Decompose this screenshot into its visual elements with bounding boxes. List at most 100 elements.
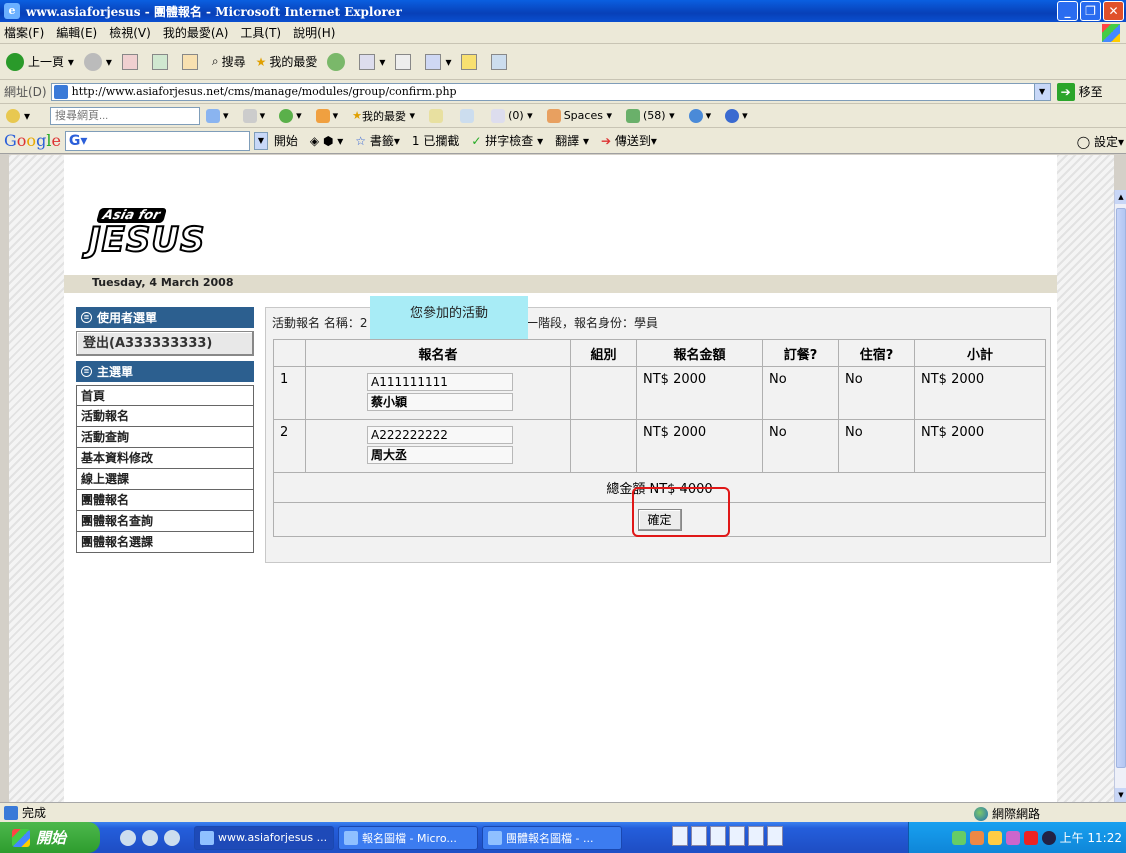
discuss-button[interactable]: [461, 53, 481, 70]
start-button[interactable]: 開始: [0, 822, 100, 853]
clock[interactable]: 上午 11:22: [1060, 829, 1122, 846]
refresh-button[interactable]: [151, 53, 172, 70]
search-icon: [206, 108, 221, 123]
msn-butterfly-button[interactable]: ▾: [315, 108, 338, 123]
sidebar-item-course-selection[interactable]: 線上選課: [76, 469, 254, 490]
menu-view[interactable]: 檢視(V): [109, 24, 151, 41]
network-icon[interactable]: [951, 830, 966, 845]
messenger-button[interactable]: [491, 53, 511, 70]
contacts-button[interactable]: (58) ▾: [625, 108, 675, 123]
menu-favorites[interactable]: 我的最愛(A): [163, 24, 229, 41]
ime-mode-icon[interactable]: [691, 826, 707, 846]
sidebar: ≡ 使用者選單 登出(A333333333) ≡ 主選單 首頁 活動報名 活動查…: [76, 307, 254, 553]
help-button[interactable]: ▾: [725, 108, 748, 123]
history-button[interactable]: [327, 52, 349, 71]
logout-button[interactable]: 登出(A333333333): [76, 331, 254, 356]
sidebar-item-event-query[interactable]: 活動查詢: [76, 427, 254, 448]
taskbar-item-word-2[interactable]: 團體報名圖檔 - ...: [482, 825, 622, 850]
firefox-quicklaunch-icon[interactable]: [142, 829, 158, 846]
google-start-button[interactable]: 開始: [274, 132, 298, 149]
sidebar-item-group-course-selection[interactable]: 團體報名選課: [76, 532, 254, 553]
window-title-bar[interactable]: e www.asiaforjesus - 團體報名 - Microsoft In…: [0, 0, 1126, 22]
address-input[interactable]: http://www.asiaforjesus.net/cms/manage/m…: [50, 82, 1051, 101]
google-extra-icons[interactable]: ◈ ⬢ ▾: [310, 134, 343, 148]
close-button[interactable]: ✕: [1103, 1, 1124, 21]
antivirus-icon[interactable]: [1041, 830, 1056, 845]
sendto-button[interactable]: ➔ 傳送到▾: [601, 132, 657, 149]
tab-icon: [242, 108, 257, 123]
scroll-down-icon[interactable]: ▼: [1115, 788, 1126, 802]
word-icon: [488, 830, 502, 845]
google-search-dropdown-icon[interactable]: ▼: [253, 131, 268, 150]
taskbar-item-word-1[interactable]: 報名圖檔 - Micro...: [338, 825, 478, 850]
bookmarks-button[interactable]: ☆ 書籤▾: [355, 132, 400, 149]
ie-quicklaunch-icon[interactable]: [120, 829, 136, 846]
favorites-button[interactable]: ★ 我的最愛: [256, 53, 318, 70]
mail-button[interactable]: ▾: [359, 53, 385, 70]
buddies-icon: [625, 108, 640, 123]
taskbar-item-browser[interactable]: www.asiaforjesus ...: [194, 825, 334, 850]
menu-tools[interactable]: 工具(T): [240, 24, 281, 41]
search-button[interactable]: ⌕ 搜尋: [212, 53, 246, 70]
current-date: Tuesday, 4 March 2008: [92, 276, 234, 289]
home-button[interactable]: [181, 53, 202, 70]
sidebar-item-home[interactable]: 首頁: [76, 385, 254, 406]
search-go-button[interactable]: ▾: [206, 108, 229, 123]
highlight-button[interactable]: [429, 108, 446, 123]
form-fill-button[interactable]: [460, 108, 477, 123]
shield-icon[interactable]: [987, 830, 1002, 845]
back-button[interactable]: 上一頁 ▾: [6, 52, 74, 71]
scroll-up-icon[interactable]: ▲: [1115, 190, 1126, 204]
messenger-icon[interactable]: [1005, 830, 1020, 845]
google-search-input[interactable]: G▾: [64, 130, 250, 151]
address-dropdown-icon[interactable]: ▼: [1033, 83, 1050, 100]
web-search-input[interactable]: [50, 106, 201, 125]
print-button[interactable]: [395, 53, 415, 70]
translate-button[interactable]: 翻譯 ▾: [555, 132, 589, 149]
word-icon: [425, 53, 442, 70]
sync-button[interactable]: ▾: [688, 108, 711, 123]
group-cell: [570, 366, 637, 420]
asia-for-jesus-logo[interactable]: Asia for JESUS: [87, 208, 236, 264]
menu-help[interactable]: 說明(H): [293, 24, 335, 41]
sidebar-item-group-registration-query[interactable]: 團體報名查詢: [76, 511, 254, 532]
go-button[interactable]: ➔ 移至: [1056, 82, 1103, 101]
quick-launch: [120, 829, 180, 846]
spellcheck-button[interactable]: ✓ 拼字檢查 ▾: [471, 132, 543, 149]
google-settings-button[interactable]: ◯ 設定▾: [1077, 133, 1124, 150]
mail-icon: [359, 53, 376, 70]
vertical-scrollbar[interactable]: ▲ ▼: [1114, 190, 1126, 802]
word-icon: [344, 830, 358, 845]
lodging-cell: No: [838, 366, 915, 420]
toolbar-tab-button[interactable]: ▾: [242, 108, 265, 123]
forward-button[interactable]: ▾: [83, 52, 112, 71]
ime-help-icon[interactable]: [767, 826, 783, 846]
spaces-button[interactable]: Spaces ▾: [546, 108, 612, 123]
security-icon[interactable]: [969, 830, 984, 845]
add-button[interactable]: ▾: [279, 108, 302, 123]
maximize-button[interactable]: ❐: [1080, 1, 1101, 21]
stop-button[interactable]: [121, 53, 142, 70]
msn-favorites-button[interactable]: ★ 我的最愛 ▾: [352, 108, 415, 124]
sidebar-item-group-registration[interactable]: 團體報名: [76, 490, 254, 511]
home-icon: [181, 53, 198, 70]
language-bar[interactable]: [672, 826, 783, 846]
row-index: 1: [273, 366, 306, 420]
ime-punct-icon[interactable]: [729, 826, 745, 846]
msn-icon[interactable]: [6, 108, 20, 123]
popup-blocked-button[interactable]: 1 已攔截: [412, 132, 459, 149]
norton-icon[interactable]: [1023, 830, 1038, 845]
ime-pad-icon[interactable]: [748, 826, 764, 846]
sidebar-item-event-registration[interactable]: 活動報名: [76, 406, 254, 427]
hotmail-button[interactable]: (0) ▾: [491, 108, 533, 123]
edit-button[interactable]: ▾: [425, 53, 451, 70]
menu-edit[interactable]: 編輯(E): [56, 24, 97, 41]
media-quicklaunch-icon[interactable]: [164, 829, 180, 846]
sidebar-item-profile-edit[interactable]: 基本資料修改: [76, 448, 254, 469]
minimize-button[interactable]: _: [1057, 1, 1078, 21]
ime-icon[interactable]: [672, 826, 688, 846]
scroll-thumb[interactable]: [1116, 208, 1126, 768]
ime-shape-icon[interactable]: [710, 826, 726, 846]
folder-icon: [461, 53, 478, 70]
menu-file[interactable]: 檔案(F): [4, 24, 44, 41]
